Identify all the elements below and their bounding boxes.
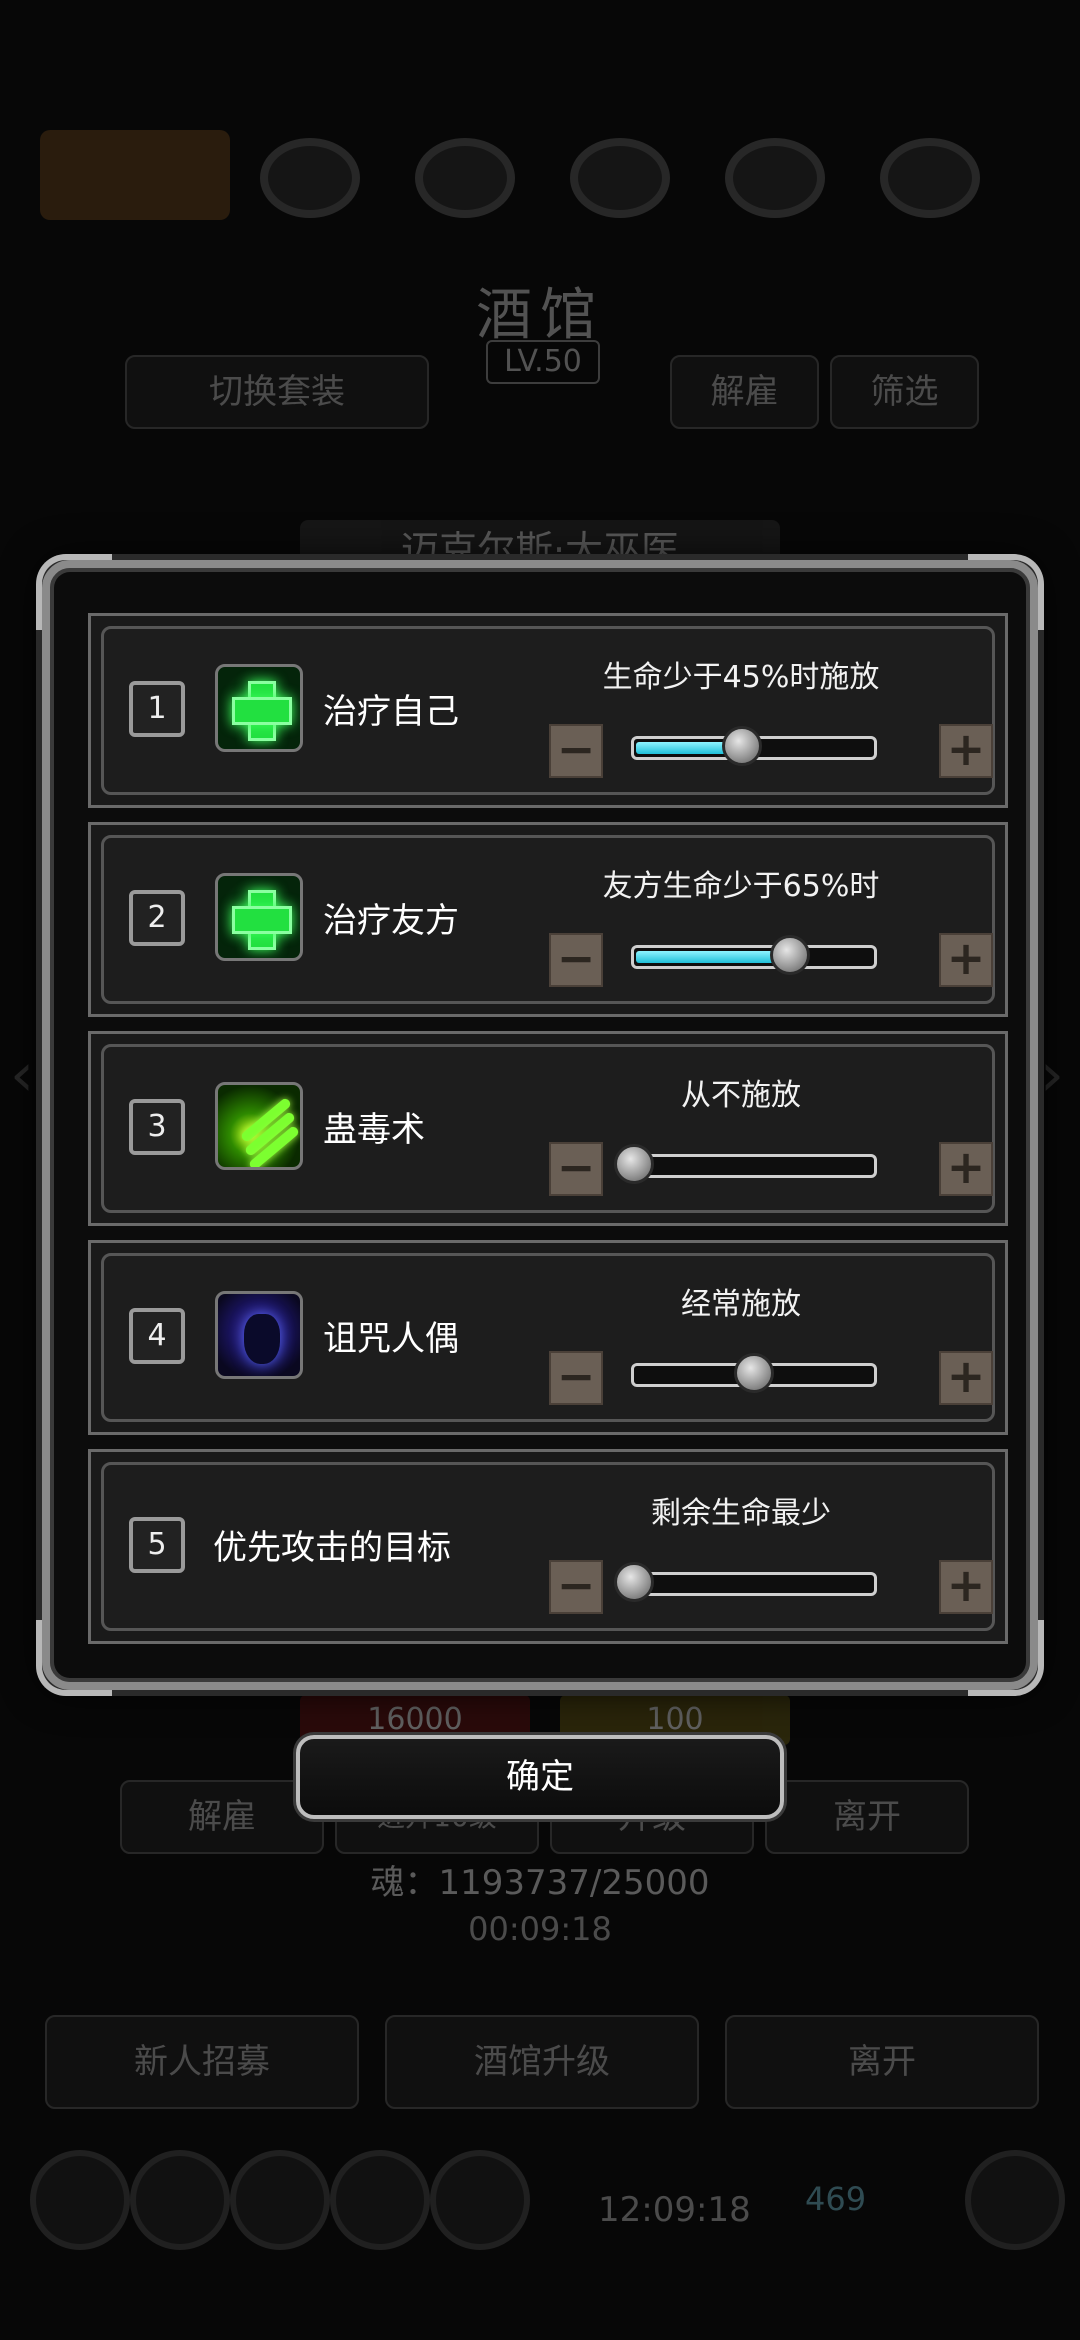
cast-condition: 经常施放 <box>681 1287 801 1322</box>
heal-cross-icon <box>215 664 303 752</box>
shield-icon <box>130 2150 230 2250</box>
clock: 12:09:18 <box>598 2190 751 2230</box>
chest-icon <box>40 130 230 220</box>
slider-knob[interactable] <box>734 1353 774 1393</box>
cast-threshold-slider[interactable] <box>631 935 877 975</box>
decrease-button[interactable]: − <box>549 933 603 987</box>
skill-name: 诅咒人偶 <box>323 1319 459 1359</box>
decrease-button[interactable]: − <box>549 1560 603 1614</box>
decrease-button[interactable]: − <box>549 1351 603 1405</box>
dismiss-top-button: 解雇 <box>670 355 819 429</box>
slider-knob[interactable] <box>614 1562 654 1602</box>
sword-icon <box>260 138 360 218</box>
soul-counter: 魂：1193737/25000 <box>370 1863 710 1903</box>
tavern-level: LV.50 <box>486 340 600 384</box>
target-condition: 剩余生命最少 <box>651 1496 831 1531</box>
cast-threshold-slider[interactable] <box>631 726 877 766</box>
ice-icon <box>725 138 825 218</box>
increase-button[interactable]: + <box>939 933 993 987</box>
skill-index: 2 <box>129 890 185 946</box>
tavern-upgrade-button: 酒馆升级 <box>385 2015 699 2109</box>
filter-button: 筛选 <box>830 355 979 429</box>
skill-settings-dialog: 1 治疗自己 生命少于45%时施放 − + 2 治疗友方 友方生命少于65%时 … <box>36 554 1044 1696</box>
dismiss-button: 解雇 <box>120 1780 324 1854</box>
scroll-icon <box>330 2150 430 2250</box>
cast-condition: 友方生命少于65%时 <box>602 869 880 904</box>
target-priority-label: 优先攻击的目标 <box>213 1528 451 1568</box>
heal-cross-icon <box>215 873 303 961</box>
skill-row-3: 3 蛊毒术 从不施放 − + <box>88 1031 1008 1226</box>
recruit-button: 新人招募 <box>45 2015 359 2109</box>
increase-button[interactable]: + <box>939 1560 993 1614</box>
blade-icon <box>570 138 670 218</box>
skill-index: 3 <box>129 1099 185 1155</box>
switch-outfit-button: 切换套装 <box>125 355 429 429</box>
slider-knob[interactable] <box>614 1144 654 1184</box>
skill-row-5: 5 优先攻击的目标 剩余生命最少 − + <box>88 1449 1008 1644</box>
gem-count: 469 <box>805 2180 867 2218</box>
left-arrow-icon: ‹ <box>10 1040 34 1110</box>
screen: { "background": { "title": "酒馆", "level"… <box>0 0 1080 2340</box>
cast-condition: 生命少于45%时施放 <box>602 660 880 695</box>
target-priority-slider[interactable] <box>614 1562 877 1602</box>
increase-button[interactable]: + <box>939 724 993 778</box>
skill-name: 治疗自己 <box>323 692 459 732</box>
poison-claw-icon <box>215 1082 303 1170</box>
skill-index: 5 <box>129 1517 185 1573</box>
right-arrow-icon: › <box>1040 1040 1064 1110</box>
skill-name: 蛊毒术 <box>323 1110 425 1150</box>
curse-doll-icon <box>215 1291 303 1379</box>
slider-knob[interactable] <box>722 726 762 766</box>
dice-icon <box>430 2150 530 2250</box>
increase-button[interactable]: + <box>939 1142 993 1196</box>
gear-icon <box>30 2150 130 2250</box>
slider-fill <box>636 951 788 963</box>
skill-row-2: 2 治疗友方 友方生命少于65%时 − + <box>88 822 1008 1017</box>
skill-index: 1 <box>129 681 185 737</box>
decrease-button[interactable]: − <box>549 1142 603 1196</box>
fan-icon <box>880 138 980 218</box>
skill-name: 治疗友方 <box>323 901 459 941</box>
confirm-button[interactable]: 确定 <box>296 1735 784 1819</box>
increase-button[interactable]: + <box>939 1351 993 1405</box>
skill-index: 4 <box>129 1308 185 1364</box>
cast-threshold-slider[interactable] <box>631 1353 877 1393</box>
timer: 00:09:18 <box>468 1910 612 1948</box>
skill-row-1: 1 治疗自己 生命少于45%时施放 − + <box>88 613 1008 808</box>
cast-condition: 从不施放 <box>681 1078 801 1113</box>
add-icon <box>965 2150 1065 2250</box>
skill-row-4: 4 诅咒人偶 经常施放 − + <box>88 1240 1008 1435</box>
leave-bottom-button: 离开 <box>725 2015 1039 2109</box>
cast-threshold-slider[interactable] <box>614 1144 877 1184</box>
decrease-button[interactable]: − <box>549 724 603 778</box>
tavern-title: 酒馆 <box>476 283 604 348</box>
leave-button: 离开 <box>765 1780 969 1854</box>
helmet-icon <box>230 2150 330 2250</box>
skill-list: 1 治疗自己 生命少于45%时施放 − + 2 治疗友方 友方生命少于65%时 … <box>88 613 1008 1658</box>
slider-knob[interactable] <box>770 935 810 975</box>
top-bar <box>30 120 1050 220</box>
axe-icon <box>415 138 515 218</box>
